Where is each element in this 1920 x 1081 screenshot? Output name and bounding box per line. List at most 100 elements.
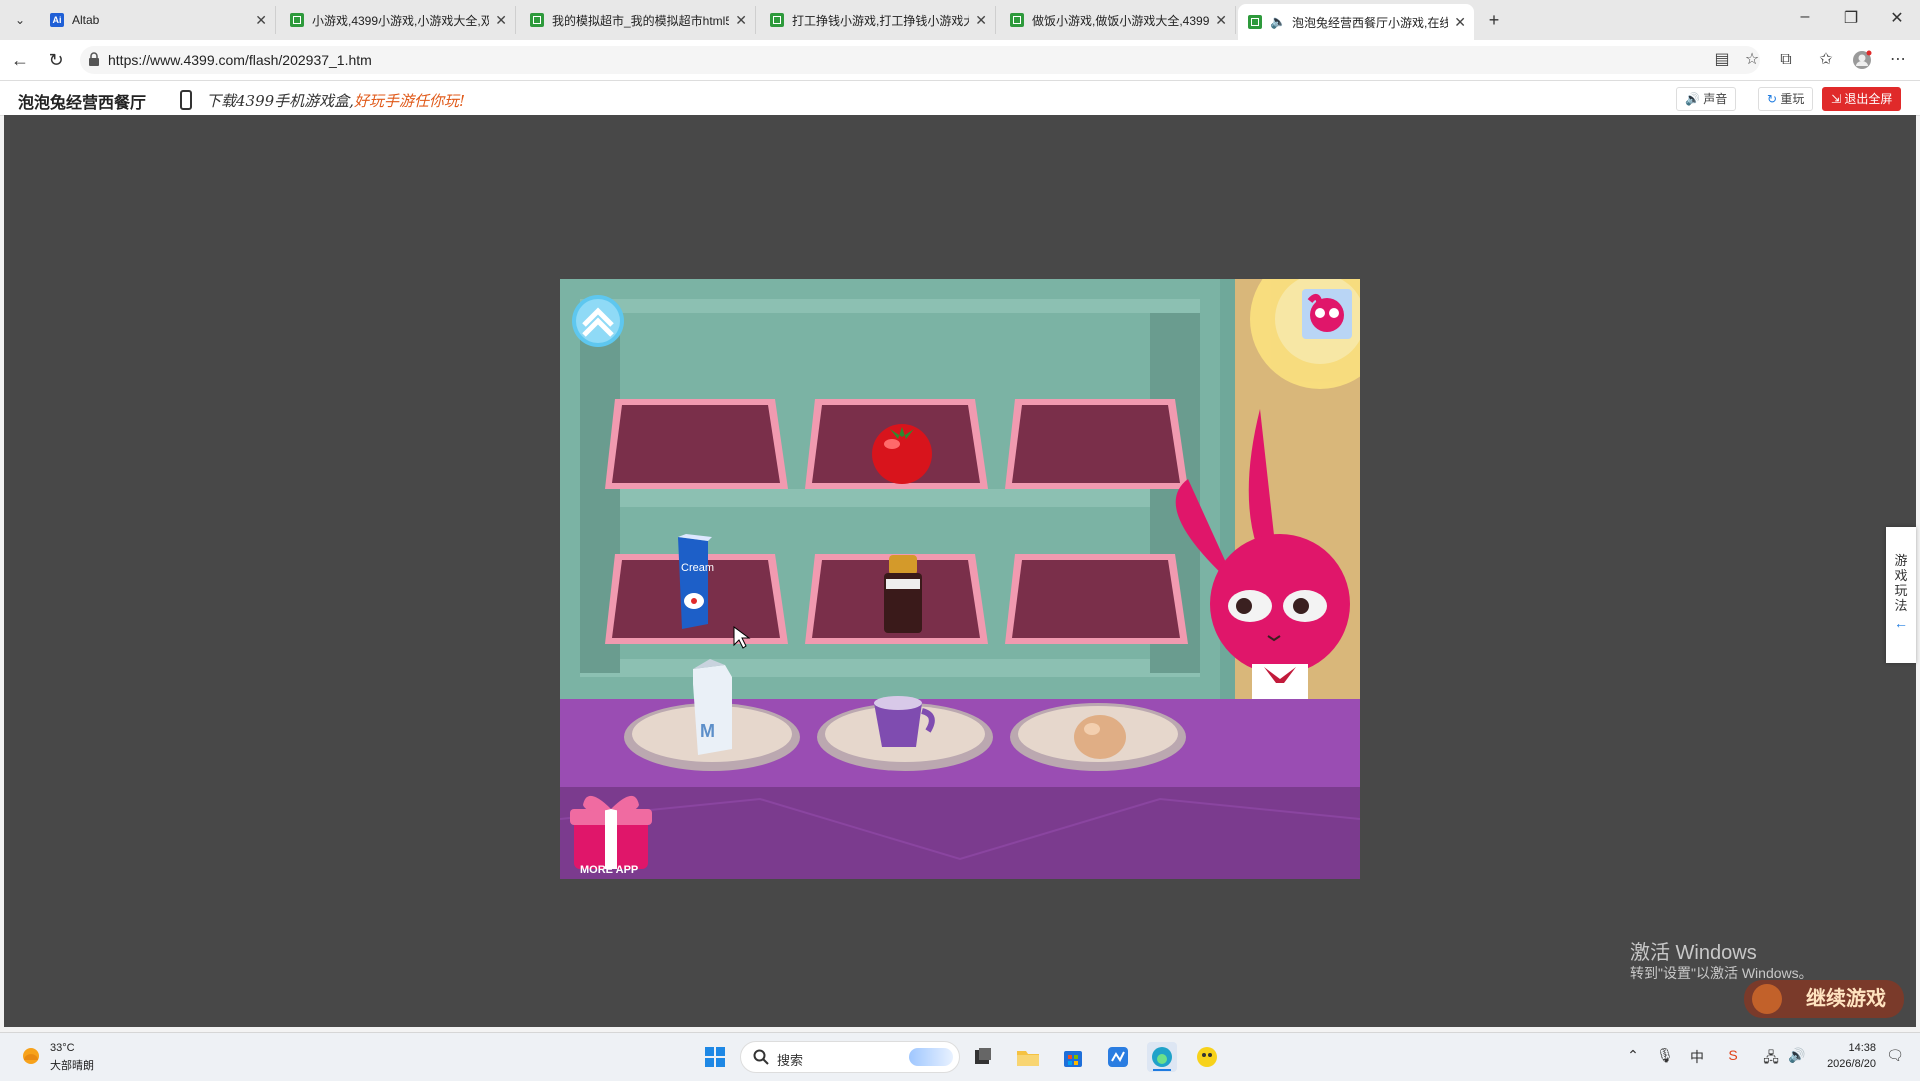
reader-view-icon[interactable]: ▤ <box>1712 50 1732 70</box>
exit-fullscreen-button[interactable]: ⇲ 退出全屏 <box>1822 87 1902 111</box>
instructions-label[interactable]: 游戏玩法 <box>1894 553 1908 613</box>
close-icon[interactable]: ✕ <box>495 12 507 29</box>
tray-slot[interactable] <box>605 399 788 489</box>
tab-list-chevron-icon[interactable]: ⌄ <box>8 8 32 32</box>
chevron-up-icon[interactable]: ⌃ <box>1624 1047 1642 1064</box>
tab-label: 泡泡兔经营西餐厅小游戏,在线 <box>1292 15 1449 30</box>
arrow-left-icon[interactable]: ← <box>1886 615 1916 631</box>
milk-label: M <box>700 721 715 741</box>
more-menu-icon[interactable]: ⋯ <box>1888 50 1908 70</box>
new-tab-icon[interactable]: + <box>1482 8 1506 32</box>
site-icon <box>770 13 784 27</box>
search-highlight-icon <box>909 1048 953 1066</box>
network-icon[interactable]: 🖧 <box>1762 1047 1780 1071</box>
activation-watermark-title: 激活 Windows <box>1630 942 1757 964</box>
notifications-icon[interactable]: 🗨 <box>1886 1047 1904 1064</box>
lock-icon[interactable] <box>88 52 100 66</box>
site-icon <box>1248 15 1262 29</box>
promo-banner[interactable]: 下载4399手机游戏盒,好玩手游任你玩! <box>206 90 465 111</box>
continue-label[interactable]: 继续游戏 <box>1806 988 1886 1010</box>
refresh-icon[interactable]: ↻ <box>44 48 68 72</box>
taskbar: 33°C 大部晴朗 搜索 ⌃ 🎙 中 S 🖧 🔊 14:38 2026/8/20… <box>0 1032 1920 1081</box>
close-icon[interactable]: ✕ <box>1215 12 1227 29</box>
exit-label: 退出全屏 <box>1844 92 1893 106</box>
site-icon <box>290 13 304 27</box>
address-bar: ← ↻ https://www.4399.com/flash/202937_1.… <box>0 40 1920 81</box>
phone-icon <box>180 90 192 110</box>
tab-supermarket[interactable]: 我的模拟超市_我的模拟超市html5 ✕ <box>520 6 756 34</box>
volume-icon[interactable]: 🔊 <box>1788 1047 1806 1064</box>
game-instructions-tab[interactable]: 游戏玩法 ← <box>1886 527 1916 663</box>
shelf-board-2 <box>580 659 1200 677</box>
profile-avatar-icon[interactable] <box>1852 50 1872 70</box>
game-canvas[interactable]: Cream M MORE APP <box>560 279 1360 879</box>
tab-label: 我的模拟超市_我的模拟超市html5 <box>552 13 730 28</box>
tab-altab[interactable]: Ai Altab ✕ <box>40 6 276 34</box>
favorites-icon[interactable]: ✩ <box>1816 50 1836 70</box>
weather-sun-icon[interactable] <box>20 1045 42 1067</box>
taskbar-search-box[interactable]: 搜索 <box>740 1041 960 1073</box>
url-text[interactable]: https://www.4399.com/flash/202937_1.htm <box>108 52 372 68</box>
character-badge-icon[interactable] <box>1302 289 1352 339</box>
shelf-top <box>580 299 1200 313</box>
search-label: 搜索 <box>777 1053 804 1068</box>
site-icon <box>1010 13 1024 27</box>
weather-description[interactable]: 大部晴朗 <box>50 1057 94 1073</box>
tab-restaurant-game[interactable]: 🔈 泡泡兔经营西餐厅小游戏,在线 ✕ <box>1238 4 1474 40</box>
file-explorer-icon[interactable] <box>1013 1042 1043 1072</box>
weather-temperature[interactable]: 33°C <box>50 1042 75 1054</box>
close-icon[interactable]: ✕ <box>975 12 987 29</box>
restore-icon[interactable]: ❐ <box>1836 8 1866 28</box>
promo-text[interactable]: 下载4399手机游戏盒, <box>206 92 354 110</box>
continue-game-button[interactable]: 继续游戏 <box>1744 980 1904 1018</box>
home-button[interactable] <box>572 295 624 347</box>
favorite-star-icon[interactable]: ☆ <box>1742 50 1762 70</box>
extensions-icon[interactable]: ⧉ <box>1776 50 1796 70</box>
cream-label: Cream <box>681 562 714 574</box>
close-icon[interactable]: ✕ <box>1454 14 1466 31</box>
tab-label: 打工挣钱小游戏,打工挣钱小游戏大 <box>792 13 970 28</box>
egg-icon[interactable] <box>1074 715 1126 759</box>
close-icon[interactable]: ✕ <box>735 12 747 29</box>
windows-start-icon[interactable] <box>700 1042 730 1072</box>
tray-slot[interactable] <box>1005 554 1188 644</box>
tab-label: 做饭小游戏,做饭小游戏大全,4399 <box>1032 13 1210 28</box>
input-method-icon[interactable]: 中 <box>1688 1047 1706 1067</box>
milk-carton-icon[interactable]: M <box>693 659 732 755</box>
tab-work-games[interactable]: 打工挣钱小游戏,打工挣钱小游戏大 ✕ <box>760 6 996 34</box>
sauce-bottle-icon[interactable] <box>884 555 922 633</box>
sogou-input-icon[interactable]: S <box>1724 1047 1742 1063</box>
task-view-icon[interactable] <box>968 1042 998 1072</box>
tab-label: 小游戏,4399小游戏,小游戏大全,双 <box>312 13 490 28</box>
close-window-icon[interactable]: ✕ <box>1882 8 1912 28</box>
tab-label: Altab <box>72 13 100 27</box>
exit-icon: ⇲ <box>1831 92 1842 106</box>
replay-button[interactable]: ↻ 重玩 <box>1758 87 1814 111</box>
speaker-icon[interactable]: 🔈 <box>1270 15 1286 29</box>
back-icon[interactable]: ← <box>8 48 32 72</box>
clock-time[interactable]: 14:38 <box>1814 1042 1876 1054</box>
sound-button[interactable]: 🔊 声音 <box>1676 87 1737 111</box>
promo-highlight[interactable]: 好玩手游任你玩! <box>354 92 465 110</box>
microphone-icon[interactable]: 🎙 <box>1656 1047 1674 1064</box>
tab-bar: ⌄ Ai Altab ✕ 小游戏,4399小游戏,小游戏大全,双 ✕ 我的模拟超… <box>0 0 1920 40</box>
whiteboard-app-icon[interactable] <box>1103 1042 1133 1072</box>
tomato-icon[interactable] <box>872 424 932 484</box>
replay-icon: ↻ <box>1767 92 1778 106</box>
clock-date[interactable]: 2026/8/20 <box>1814 1058 1876 1070</box>
tab-cooking-games[interactable]: 做饭小游戏,做饭小游戏大全,4399 ✕ <box>1000 6 1236 34</box>
minimize-icon[interactable]: – <box>1790 8 1820 26</box>
edge-browser-icon[interactable] <box>1147 1042 1177 1072</box>
sticker-app-icon[interactable] <box>1192 1042 1222 1072</box>
microsoft-store-icon[interactable] <box>1058 1042 1088 1072</box>
search-icon <box>753 1049 769 1065</box>
speaker-icon: 🔊 <box>1685 92 1700 106</box>
dragon-icon <box>1752 984 1782 1014</box>
url-field[interactable]: https://www.4399.com/flash/202937_1.htm <box>80 46 1760 74</box>
close-icon[interactable]: ✕ <box>255 12 267 29</box>
site-icon <box>530 13 544 27</box>
tray-slot[interactable] <box>1005 399 1188 489</box>
tab-4399-home[interactable]: 小游戏,4399小游戏,小游戏大全,双 ✕ <box>280 6 516 34</box>
shelf-board-1 <box>580 489 1200 507</box>
game-title: 泡泡兔经营西餐厅 <box>18 95 147 112</box>
